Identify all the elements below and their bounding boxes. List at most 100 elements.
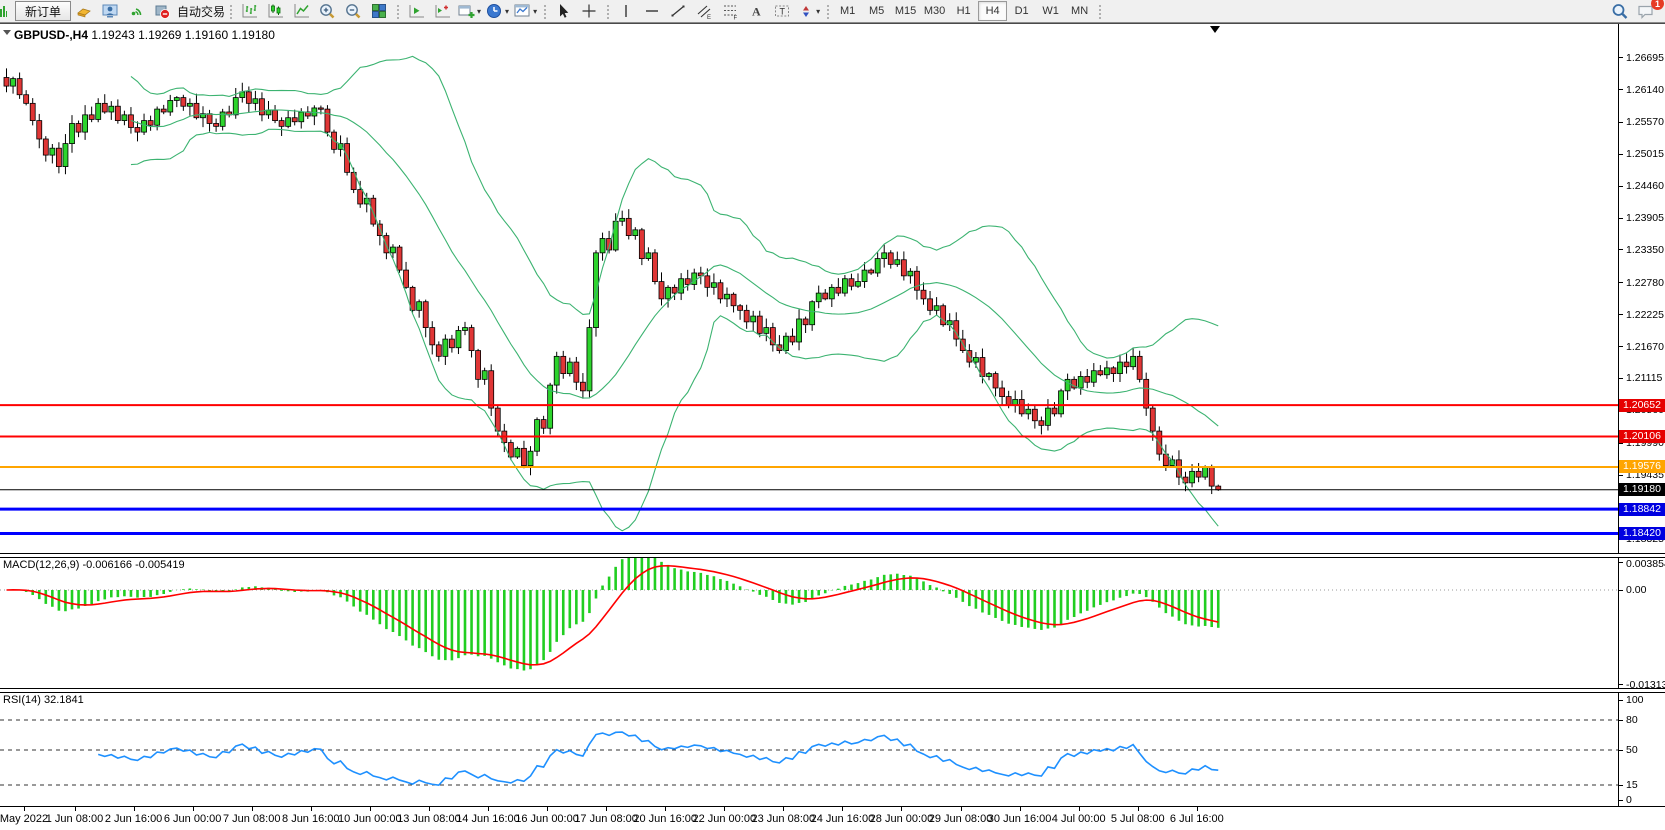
time-axis[interactable]: May 20221 Jun 08:002 Jun 16:006 Jun 00:0… <box>0 806 1665 830</box>
rsi-canvas[interactable] <box>0 693 1618 806</box>
trendline-tool-icon[interactable] <box>665 0 691 22</box>
zoom-out-icon[interactable] <box>340 0 366 22</box>
svg-text:F: F <box>734 16 738 21</box>
panel-separator[interactable] <box>0 553 1665 558</box>
ohlc-values: 1.19243 1.19269 1.19160 1.19180 <box>91 28 275 42</box>
macd-axis[interactable]: 0.0038540.00-0.013133 <box>1618 558 1665 688</box>
time-axis-label: 6 Jun 00:00 <box>164 813 222 825</box>
timeframe-button-mn[interactable]: MN <box>1065 1 1094 21</box>
rsi-axis[interactable]: 1008050150 <box>1618 693 1665 806</box>
macd-axis-tick <box>1619 590 1623 591</box>
price-axis-tick <box>1619 378 1623 379</box>
timeframe-button-m1[interactable]: M1 <box>833 1 862 21</box>
time-axis-tick <box>724 807 725 811</box>
price-axis-tick <box>1619 186 1623 187</box>
text-label-tool-icon[interactable]: T <box>769 0 795 22</box>
rsi-axis-tick <box>1619 800 1623 801</box>
toolbar-gripper[interactable] <box>1097 3 1102 19</box>
price-axis-label: 1.25570 <box>1626 116 1664 128</box>
price-axis-label: 1.22225 <box>1626 309 1664 321</box>
timeframe-group: M1M5M15M30H1H4D1W1MN <box>833 1 1094 21</box>
time-axis-label: 8 Jun 16:00 <box>282 813 340 825</box>
chat-icon[interactable]: 1 <box>1633 0 1659 22</box>
autotrading-icon[interactable] <box>149 0 175 22</box>
one-click-trading-arrow-icon[interactable] <box>3 30 11 35</box>
candlestick-type-icon[interactable] <box>262 0 288 22</box>
time-axis-label: 20 Jun 16:00 <box>633 813 697 825</box>
macd-axis-label: 0.003854 <box>1626 558 1665 570</box>
rsi-axis-label: 100 <box>1626 694 1644 706</box>
notification-badge: 1 <box>1651 0 1664 10</box>
price-axis-label: 1.23905 <box>1626 212 1664 224</box>
rsi-axis-label: 50 <box>1626 744 1638 756</box>
equidistant-channel-tool-icon[interactable]: E <box>691 0 717 22</box>
macd-canvas[interactable] <box>0 558 1618 688</box>
tile-windows-icon[interactable] <box>366 0 392 22</box>
time-axis-label: May 2022 <box>0 813 48 825</box>
price-axis[interactable]: 1.266951.261401.255701.250151.244601.239… <box>1618 24 1665 554</box>
price-axis-label: 1.25015 <box>1626 148 1664 160</box>
auto-scroll-icon[interactable] <box>403 0 429 22</box>
time-axis-label: 28 Jun 00:00 <box>870 813 934 825</box>
price-line-label: 1.18420 <box>1619 527 1665 540</box>
zoom-in-icon[interactable] <box>314 0 340 22</box>
rsi-axis-tick <box>1619 750 1623 751</box>
time-axis-tick <box>1079 807 1080 811</box>
vertical-line-tool-icon[interactable] <box>613 0 639 22</box>
time-axis-label: 16 Jun 00:00 <box>515 813 579 825</box>
timeframe-button-m5[interactable]: M5 <box>862 1 891 21</box>
autotrading-label[interactable]: 自动交易 <box>177 3 225 20</box>
symbol-period-label: GBPUSD-,H4 <box>14 28 88 42</box>
new-chart-icon[interactable]: ▾ <box>455 0 483 22</box>
price-axis-label: 1.26140 <box>1626 84 1664 96</box>
price-chart-canvas[interactable] <box>0 24 1618 554</box>
price-axis-tick <box>1619 249 1623 250</box>
timeframe-button-w1[interactable]: W1 <box>1036 1 1065 21</box>
line-chart-type-icon[interactable] <box>288 0 314 22</box>
svg-text:E: E <box>707 15 711 20</box>
toolbar-gripper[interactable] <box>825 3 830 19</box>
time-axis-label: 7 Jun 08:00 <box>223 813 281 825</box>
search-icon[interactable] <box>1607 0 1633 22</box>
period-clock-icon[interactable]: ▾ <box>483 0 511 22</box>
templates-icon[interactable]: ▾ <box>511 0 539 22</box>
time-axis-label: 24 Jun 16:00 <box>811 813 875 825</box>
time-axis-tick <box>1020 807 1021 811</box>
arrows-tool-icon[interactable]: ▾ <box>795 0 822 22</box>
timeframe-button-m30[interactable]: M30 <box>920 1 949 21</box>
timeframe-button-m15[interactable]: M15 <box>891 1 920 21</box>
bar-chart-type-icon[interactable] <box>236 0 262 22</box>
time-axis-tick <box>311 807 312 811</box>
panel-separator[interactable] <box>0 688 1665 693</box>
toolbar-gripper[interactable] <box>395 3 400 19</box>
crosshair-icon[interactable] <box>576 0 602 22</box>
toolbar-gripper[interactable] <box>542 3 547 19</box>
timeframe-button-h4[interactable]: H4 <box>978 1 1007 21</box>
toolbar-gripper[interactable] <box>228 3 233 19</box>
time-axis-label: 1 Jun 08:00 <box>46 813 104 825</box>
community-icon[interactable] <box>97 0 123 22</box>
new-order-button[interactable]: 新订单 <box>15 1 71 21</box>
price-line-label: 1.19576 <box>1619 460 1665 473</box>
chart-shift-marker[interactable] <box>1210 26 1220 33</box>
timeframe-button-d1[interactable]: D1 <box>1007 1 1036 21</box>
text-tool-icon[interactable]: A <box>743 0 769 22</box>
time-axis-tick <box>842 807 843 811</box>
svg-text:A: A <box>752 5 761 19</box>
chart-shift-icon[interactable] <box>429 0 455 22</box>
price-axis-label: 1.21670 <box>1626 341 1664 353</box>
time-axis-label: 6 Jul 16:00 <box>1170 813 1224 825</box>
metaeditor-icon[interactable] <box>71 0 97 22</box>
price-line-label: 1.20106 <box>1619 430 1665 443</box>
price-axis-tick <box>1619 314 1623 315</box>
time-axis-tick <box>1197 807 1198 811</box>
price-axis-label: 1.21115 <box>1626 372 1662 384</box>
timeframe-button-h1[interactable]: H1 <box>949 1 978 21</box>
cursor-icon[interactable] <box>550 0 576 22</box>
signals-icon[interactable] <box>123 0 149 22</box>
rsi-axis-label: 15 <box>1626 779 1638 791</box>
fibonacci-tool-icon[interactable]: F <box>717 0 743 22</box>
toolbar-gripper[interactable] <box>605 3 610 19</box>
price-line-label: 1.20652 <box>1619 399 1665 412</box>
horizontal-line-tool-icon[interactable] <box>639 0 665 22</box>
